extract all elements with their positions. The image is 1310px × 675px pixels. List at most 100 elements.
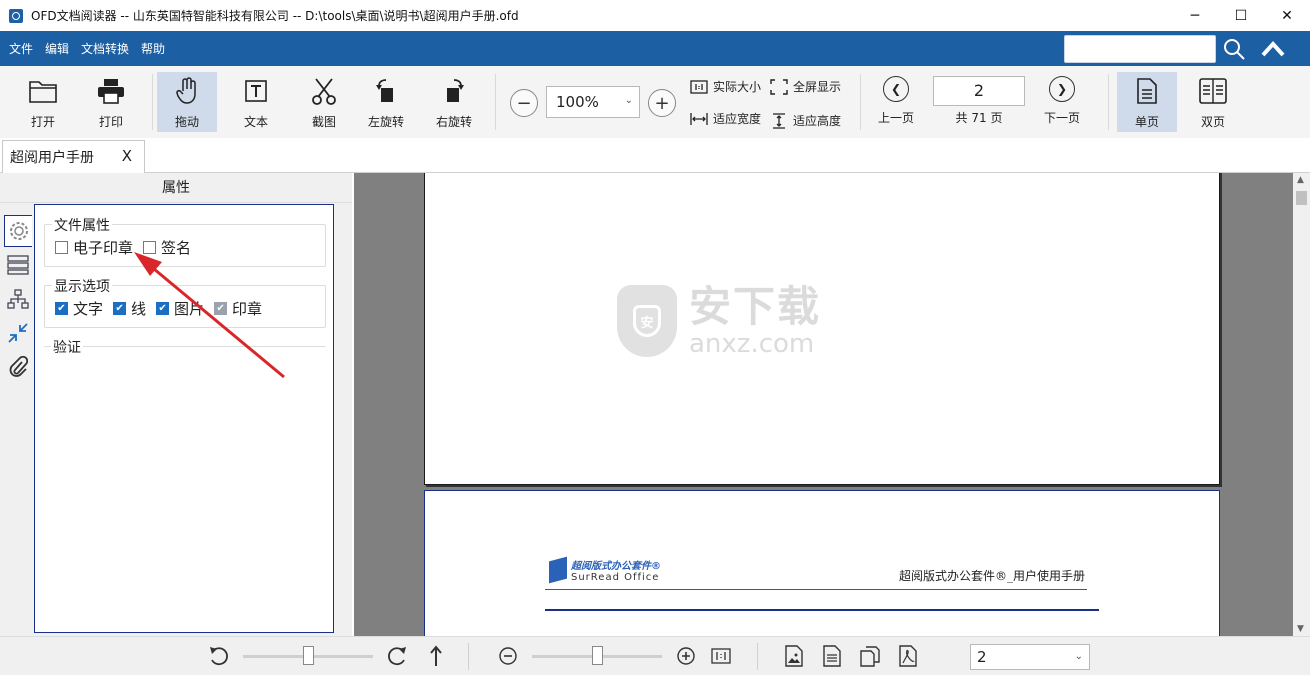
rotate-left-button[interactable]: 左旋转: [356, 72, 416, 132]
outline-list-icon[interactable]: [4, 249, 32, 281]
shield-logo-icon: 安: [617, 285, 677, 357]
attachment-paperclip-icon[interactable]: [4, 351, 32, 383]
actual-size-label: 实际大小: [713, 80, 762, 94]
copy-pages-icon[interactable]: [858, 644, 882, 668]
chevron-left-icon: ❮: [890, 82, 902, 96]
chevron-down-icon: ⌄: [1074, 651, 1083, 662]
rotation-slider-thumb[interactable]: [303, 646, 314, 665]
menu-edit[interactable]: 编辑: [45, 40, 69, 57]
scroll-down-icon[interactable]: ▼: [1297, 624, 1304, 634]
checkbox-disabled: ✔: [214, 302, 228, 315]
tab-close-button[interactable]: X: [122, 147, 132, 165]
total-pages: 共 71 页: [955, 111, 1003, 125]
zoom-in-icon[interactable]: [674, 644, 698, 668]
search-icon[interactable]: [1222, 37, 1246, 61]
prev-page-button[interactable]: ❮: [883, 76, 909, 102]
signature-checkbox[interactable]: 签名: [143, 237, 191, 258]
collapse-arrows-icon[interactable]: [4, 317, 32, 349]
single-page-label: 单页: [1134, 115, 1159, 129]
image-checkbox[interactable]: ✔ 图片: [156, 298, 204, 319]
single-page-button[interactable]: 单页: [1117, 72, 1177, 132]
text-icon: [241, 76, 271, 106]
export-text-icon[interactable]: [820, 644, 844, 668]
checkbox-checked: ✔: [113, 302, 127, 315]
text-checkbox[interactable]: ✔ 文字: [55, 298, 103, 319]
doc-header-title: 超阅版式办公套件®_用户使用手册: [898, 569, 1085, 583]
export-image-icon[interactable]: [782, 644, 806, 668]
zoom-select[interactable]: 100% ⌄: [546, 86, 640, 118]
collapse-up-icon[interactable]: [1260, 39, 1286, 59]
menu-help[interactable]: 帮助: [141, 40, 165, 57]
check-icon: ✔: [115, 302, 124, 314]
text-button[interactable]: 文本: [226, 72, 286, 132]
zoom-value: 100%: [556, 93, 599, 111]
actual-size-icon[interactable]: [709, 644, 733, 668]
seal-checkbox[interactable]: ✔ 印章: [214, 298, 262, 319]
app-icon: [9, 8, 23, 23]
fit-height-icon: [770, 112, 788, 129]
page-select[interactable]: 2 ⌄: [970, 644, 1090, 670]
single-page-icon: [1132, 76, 1162, 106]
fullscreen-button[interactable]: 全屏显示: [770, 78, 841, 95]
zoom-out-button[interactable]: −: [510, 89, 538, 117]
text-opt-label: 文字: [73, 300, 104, 318]
zoom-slider-thumb[interactable]: [592, 646, 603, 665]
screenshot-button[interactable]: 截图: [294, 72, 354, 132]
tab-label: 超阅用户手册: [10, 150, 94, 166]
text-label: 文本: [243, 115, 268, 129]
settings-gear-icon[interactable]: [4, 215, 32, 247]
fit-height-button[interactable]: 适应高度: [770, 112, 841, 129]
zoom-out-icon[interactable]: [496, 644, 520, 668]
bottom-separator: [468, 643, 469, 670]
chevron-right-icon: ❯: [1056, 82, 1068, 96]
verify-title: 验证: [51, 337, 83, 357]
next-page-label: 下一页: [1044, 111, 1081, 125]
line-opt-label: 线: [131, 300, 147, 318]
rotate-cw-icon[interactable]: [385, 644, 409, 668]
zoom-in-button[interactable]: +: [648, 89, 676, 117]
verify-group: 验证: [44, 337, 326, 358]
actual-size-button[interactable]: 实际大小: [690, 78, 761, 95]
page-number-input[interactable]: 2: [933, 76, 1025, 106]
check-icon: ✔: [216, 302, 225, 314]
rotate-right-button[interactable]: 右旋转: [424, 72, 484, 132]
printer-icon: [96, 76, 126, 106]
structure-tree-icon[interactable]: [4, 283, 32, 315]
checkbox-box: [55, 241, 68, 254]
image-opt-label: 图片: [174, 300, 205, 318]
document-view[interactable]: 安 安下载 anxz.com 超阅版式办公套件® SurRead Office …: [354, 173, 1293, 636]
document-page: 安 安下载 anxz.com: [424, 173, 1220, 485]
signature-label: 签名: [161, 239, 192, 257]
line-checkbox[interactable]: ✔ 线: [113, 298, 146, 319]
rotate-ccw-icon[interactable]: [207, 644, 231, 668]
fit-width-button[interactable]: 适应宽度: [690, 110, 761, 127]
chevron-down-icon: ⌄: [624, 95, 633, 106]
tab-strip: 超阅用户手册 X: [0, 138, 1310, 173]
esignature-checkbox[interactable]: 电子印章: [55, 237, 133, 258]
rotate-left-icon: [371, 76, 401, 106]
scroll-up-icon[interactable]: ▲: [1297, 175, 1304, 185]
double-page-icon: [1198, 76, 1228, 106]
tab-document[interactable]: 超阅用户手册 X: [2, 140, 145, 173]
open-button[interactable]: 打开: [13, 72, 73, 132]
folder-icon: [28, 76, 58, 106]
logo-en: SurRead Office: [571, 572, 660, 583]
close-button[interactable]: ✕: [1264, 0, 1310, 31]
watermark-en: anxz.com: [689, 329, 815, 359]
vertical-scrollbar[interactable]: ▲ ▼: [1293, 173, 1310, 636]
next-page-button[interactable]: ❯: [1049, 76, 1075, 102]
scrollbar-thumb[interactable]: [1296, 191, 1307, 205]
export-pdf-icon[interactable]: [896, 644, 920, 668]
logo-cn: 超阅版式办公套件®: [571, 561, 661, 572]
print-button[interactable]: 打印: [81, 72, 141, 132]
menu-file[interactable]: 文件: [9, 40, 33, 57]
arrow-up-icon[interactable]: [424, 644, 448, 668]
maximize-button[interactable]: ☐: [1218, 0, 1264, 31]
menu-convert[interactable]: 文档转换: [81, 40, 129, 57]
minimize-button[interactable]: ─: [1172, 0, 1218, 31]
double-page-button[interactable]: 双页: [1183, 72, 1243, 132]
panel-header: 属性: [0, 173, 352, 203]
search-input[interactable]: [1064, 35, 1216, 63]
actual-size-icon: [690, 79, 708, 95]
drag-button[interactable]: 拖动: [157, 72, 217, 132]
